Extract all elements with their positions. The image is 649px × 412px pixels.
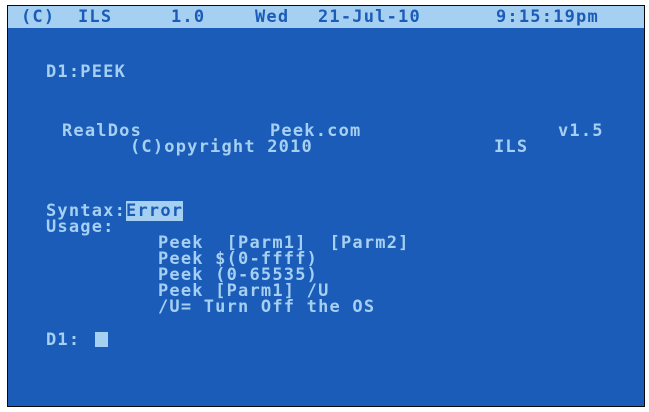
status-app: ILS [78,7,113,27]
status-date: 21-Jul-10 [318,7,421,27]
text-cursor[interactable] [95,332,108,347]
command-line: D1:PEEK [46,62,127,82]
status-bar: (C) ILS 1.0 Wed 21-Jul-10 9:15:19pm [8,6,644,28]
syntax-error-badge: Error [126,201,184,221]
banner-version: v1.5 [558,121,604,141]
status-time: 9:15:19pm [496,7,599,27]
usage-label: Usage: [46,217,115,237]
status-version: 1.0 [171,7,206,27]
status-weekday: Wed [255,7,290,27]
banner-author: ILS [494,137,529,157]
banner-copyright: (C)opyright 2010 [130,137,313,157]
command-prompt: D1: [46,330,81,350]
terminal-screen[interactable]: (C) ILS 1.0 Wed 21-Jul-10 9:15:19pm D1:P… [7,5,645,407]
usage-line: /U= Turn Off the OS [158,297,376,317]
status-copyright: (C) [21,7,56,27]
